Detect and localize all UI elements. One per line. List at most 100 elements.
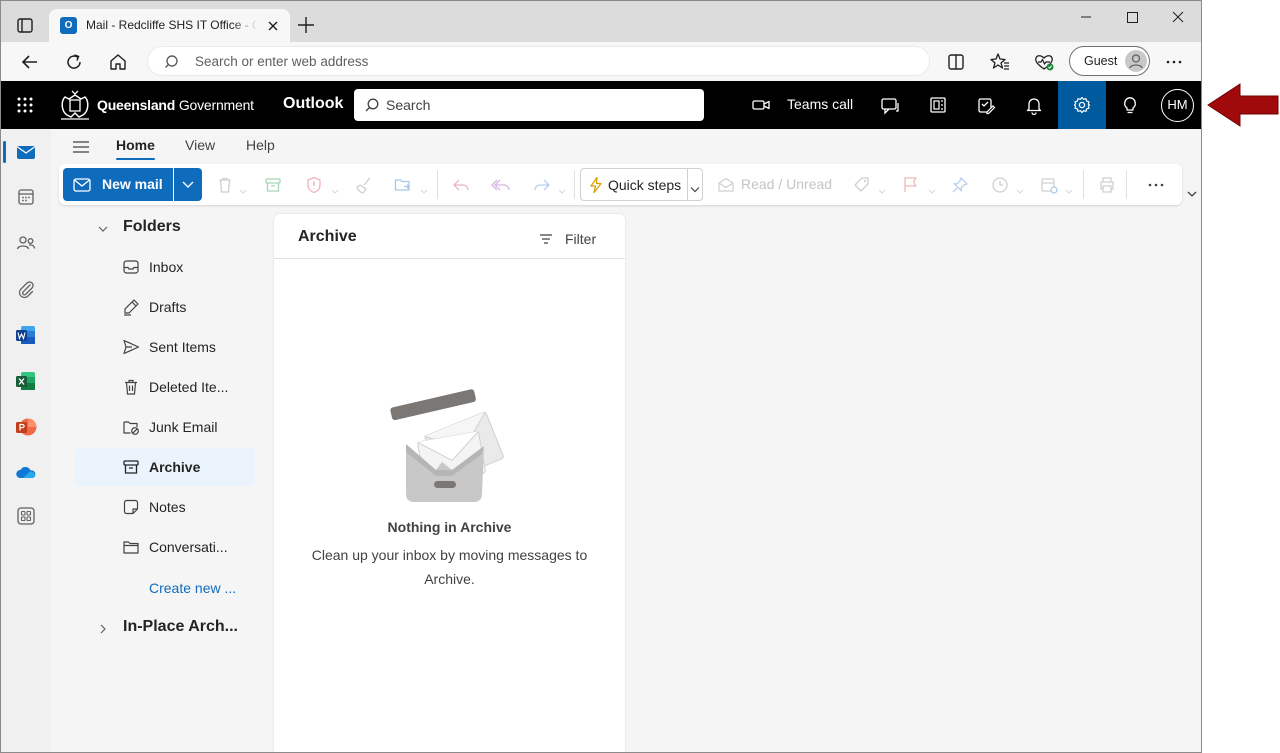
- create-new-folder-link[interactable]: Create new ...: [149, 580, 236, 596]
- pin-icon[interactable]: [950, 175, 970, 195]
- mail-search-box[interactable]: Search: [354, 89, 704, 121]
- chevron-down-icon[interactable]: [558, 182, 566, 194]
- filter-button[interactable]: Filter: [538, 228, 608, 250]
- tips-lightbulb-icon[interactable]: [1106, 81, 1154, 129]
- new-mail-button[interactable]: New mail: [63, 168, 173, 201]
- browser-essentials-heart-icon[interactable]: [1032, 50, 1056, 74]
- folder-drafts[interactable]: Drafts: [75, 288, 255, 326]
- folder-archive[interactable]: Archive: [75, 448, 255, 486]
- folder-icon: [122, 538, 140, 556]
- folder-deleted-items[interactable]: Deleted Ite...: [75, 368, 255, 406]
- profile-label: Guest: [1084, 54, 1118, 68]
- chevron-down-icon[interactable]: [1016, 182, 1024, 194]
- more-options-icon[interactable]: [1161, 49, 1187, 75]
- feedback-chat-icon[interactable]: [866, 81, 914, 129]
- reply-all-arrow-icon[interactable]: [491, 175, 511, 195]
- chevron-down-icon: [97, 222, 109, 234]
- empty-state-description: Clean up your inbox by moving messages t…: [311, 547, 588, 587]
- favorites-star-icon[interactable]: [988, 50, 1012, 74]
- annotation-arrow-icon: [1206, 82, 1280, 128]
- minimize-icon[interactable]: [1063, 1, 1109, 33]
- settings-gear-icon[interactable]: [1058, 81, 1106, 129]
- chevron-down-icon[interactable]: [928, 182, 936, 194]
- back-arrow-icon[interactable]: [17, 49, 43, 75]
- hamburger-menu-icon[interactable]: [71, 137, 91, 157]
- more-apps-icon[interactable]: [14, 504, 38, 528]
- app-name[interactable]: Outlook: [283, 95, 343, 113]
- delete-trash-icon[interactable]: [215, 175, 235, 195]
- toolbar-divider: [1126, 170, 1127, 199]
- active-browser-tab[interactable]: O Mail - Redcliffe SHS IT Office - Outlo…: [49, 9, 290, 42]
- account-avatar[interactable]: HM: [1161, 89, 1194, 122]
- ribbon-expand-chevron-icon[interactable]: [1186, 187, 1198, 199]
- mail-envelope-icon: [73, 177, 91, 193]
- refresh-icon[interactable]: [61, 49, 87, 75]
- calendar-icon[interactable]: [14, 185, 38, 209]
- ribbon-tabs: Home View Help: [51, 129, 1201, 163]
- read-unread-button[interactable]: Read / Unread: [717, 172, 837, 198]
- folder-label: Notes: [149, 499, 186, 515]
- chevron-down-icon[interactable]: [239, 182, 247, 194]
- office-apps-icon[interactable]: [914, 81, 962, 129]
- lightning-bolt-icon: [587, 176, 605, 194]
- filter-icon: [538, 231, 554, 247]
- folder-label: Junk Email: [149, 419, 218, 435]
- new-tab-plus-icon[interactable]: [295, 14, 317, 36]
- teams-call-button[interactable]: Teams call: [741, 81, 861, 129]
- chevron-down-icon[interactable]: [689, 181, 701, 193]
- tab-view[interactable]: View: [185, 137, 215, 153]
- notes-icon: [122, 498, 140, 516]
- maximize-icon[interactable]: [1109, 1, 1155, 33]
- tab-actions-icon[interactable]: [11, 11, 39, 39]
- quick-steps-button[interactable]: Quick steps: [580, 168, 703, 201]
- home-icon[interactable]: [105, 49, 131, 75]
- chevron-down-icon[interactable]: [331, 182, 339, 194]
- folder-conversation-history[interactable]: Conversati...: [75, 528, 255, 566]
- brand-rest-text: Government: [175, 97, 254, 113]
- close-tab-icon[interactable]: [263, 16, 283, 36]
- address-bar[interactable]: Search or enter web address: [147, 46, 930, 76]
- rules-settings-icon[interactable]: [1039, 175, 1059, 195]
- chevron-down-icon[interactable]: [878, 182, 886, 194]
- open-envelope-icon: [717, 176, 735, 194]
- mail-icon[interactable]: [14, 140, 38, 164]
- report-shield-icon[interactable]: [304, 175, 324, 195]
- folder-sent-items[interactable]: Sent Items: [75, 328, 255, 366]
- split-screen-icon[interactable]: [944, 50, 968, 74]
- tab-home[interactable]: Home: [116, 137, 155, 153]
- profile-button[interactable]: Guest: [1069, 46, 1150, 76]
- snooze-clock-icon[interactable]: [990, 175, 1010, 195]
- excel-app-icon[interactable]: [14, 369, 38, 393]
- attachment-paperclip-icon[interactable]: [14, 277, 38, 301]
- archive-box-icon[interactable]: [263, 175, 283, 195]
- chevron-down-icon[interactable]: [1065, 182, 1073, 194]
- people-icon[interactable]: [14, 231, 38, 255]
- in-place-archive-group-header[interactable]: In-Place Arch...: [91, 615, 291, 641]
- folder-label: Drafts: [149, 299, 187, 315]
- teams-call-label: Teams call: [787, 96, 854, 112]
- folder-notes[interactable]: Notes: [75, 488, 255, 526]
- folder-junk-email[interactable]: Junk Email: [75, 408, 255, 446]
- forward-arrow-icon[interactable]: [532, 175, 552, 195]
- flag-icon[interactable]: [901, 175, 921, 195]
- more-actions-ellipsis-icon[interactable]: [1146, 175, 1166, 195]
- move-to-folder-icon[interactable]: [393, 175, 413, 195]
- chevron-down-icon[interactable]: [420, 182, 428, 194]
- word-app-icon[interactable]: [14, 323, 38, 347]
- folder-inbox[interactable]: Inbox: [75, 248, 255, 286]
- reply-arrow-icon[interactable]: [451, 175, 471, 195]
- new-mail-dropdown-chevron-icon[interactable]: [174, 168, 202, 201]
- close-window-icon[interactable]: [1155, 1, 1201, 33]
- my-day-checklist-icon[interactable]: [962, 81, 1010, 129]
- search-icon: [364, 97, 380, 113]
- print-icon[interactable]: [1097, 175, 1117, 195]
- sweep-broom-icon[interactable]: [354, 175, 374, 195]
- folders-group-header[interactable]: Folders: [91, 215, 281, 241]
- powerpoint-app-icon[interactable]: [14, 415, 38, 439]
- tag-icon[interactable]: [852, 175, 872, 195]
- drafts-icon: [122, 298, 140, 316]
- tab-help[interactable]: Help: [246, 137, 275, 153]
- notifications-bell-icon[interactable]: [1010, 81, 1058, 129]
- app-launcher-waffle-icon[interactable]: [11, 91, 39, 119]
- onedrive-app-icon[interactable]: [14, 461, 38, 485]
